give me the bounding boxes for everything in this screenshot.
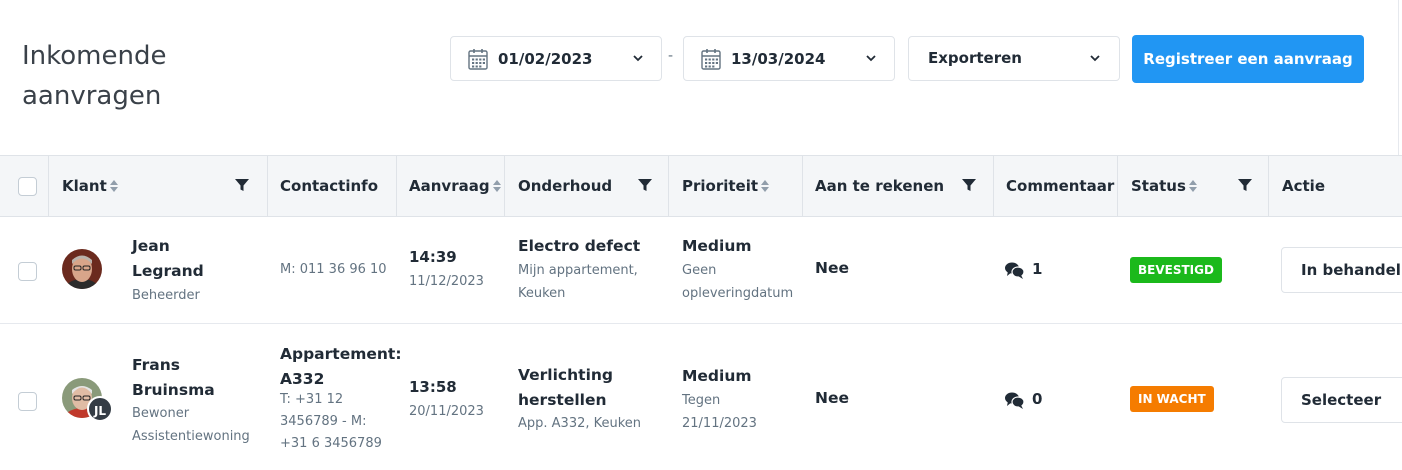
date-to-value: 13/03/2024: [731, 49, 826, 68]
contact-info: M: 011 36 96 10: [280, 262, 387, 277]
column-header-prioriteit[interactable]: Prioriteit: [682, 156, 770, 216]
table-header: Klant Contactinfo Aanvraag Onderhoud Pri…: [0, 155, 1402, 217]
client-first-name: Jean: [132, 237, 170, 255]
sort-icon: [1188, 180, 1197, 192]
client-last-name: Legrand: [132, 262, 204, 280]
priority: Medium: [682, 237, 752, 255]
maintenance-title: Electro defect: [518, 237, 641, 255]
comments-icon: [1005, 392, 1025, 409]
column-divider: [267, 156, 268, 216]
maintenance-location: Mijn appartement, Keuken: [518, 263, 638, 301]
action-dropdown[interactable]: In behandeling: [1281, 247, 1402, 293]
row-checkbox[interactable]: [18, 262, 37, 281]
sort-icon: [761, 180, 770, 192]
column-header-aan-te-rekenen: Aan te rekenen: [815, 177, 945, 195]
filter-icon[interactable]: [638, 178, 652, 192]
chevron-down-icon: [866, 55, 876, 62]
column-divider: [1268, 156, 1269, 216]
date-from-value: 01/02/2023: [498, 49, 593, 68]
column-header-commentaar: Commentaar: [1006, 177, 1115, 195]
column-divider: [802, 156, 803, 216]
sort-icon: [492, 180, 501, 192]
column-header-actie: Actie: [1282, 177, 1325, 195]
column-divider: [396, 156, 397, 216]
column-divider: [668, 156, 669, 216]
status-badge: BEVESTIGD: [1130, 257, 1222, 283]
comments-icon: [1005, 262, 1025, 279]
date-to-picker[interactable]: 13/03/2024: [683, 36, 895, 81]
column-divider: [48, 156, 49, 216]
priority: Medium: [682, 367, 752, 385]
date-from-picker[interactable]: 01/02/2023: [450, 36, 662, 81]
request-date: 11/12/2023: [409, 274, 484, 289]
client-first-name: Frans: [132, 356, 180, 374]
comment-count: 1: [1032, 260, 1043, 278]
row-divider: [0, 323, 1402, 324]
maintenance-title: Verlichting herstellen: [518, 366, 614, 409]
column-label: Aanvraag: [409, 177, 490, 195]
initials-badge: JL: [87, 396, 113, 422]
column-label: Prioriteit: [682, 177, 759, 195]
client-role: Bewoner Assistentiewoning: [132, 406, 250, 444]
calendar-icon: [468, 48, 488, 70]
sort-icon: [109, 180, 118, 192]
avatar: [62, 249, 102, 289]
column-header-onderhoud: Onderhoud: [518, 177, 613, 195]
billable: Nee: [815, 259, 849, 277]
chevron-down-icon: [633, 55, 643, 62]
column-divider: [504, 156, 505, 216]
client-role: Beheerder: [132, 288, 200, 303]
action-dropdown[interactable]: Selecteer: [1281, 377, 1402, 423]
page-title: Inkomende aanvragen: [22, 41, 167, 111]
maintenance-location: App. A332, Keuken: [518, 416, 642, 431]
column-label: Klant: [62, 177, 107, 195]
filter-icon[interactable]: [962, 178, 976, 192]
column-divider: [993, 156, 994, 216]
export-dropdown[interactable]: Exporteren: [908, 36, 1120, 81]
filter-icon[interactable]: [235, 178, 249, 192]
row-checkbox[interactable]: [18, 392, 37, 411]
billable: Nee: [815, 389, 849, 407]
column-header-status[interactable]: Status: [1131, 156, 1197, 216]
priority-deadline: Tegen 21/11/2023: [682, 393, 757, 431]
request-time: 14:39: [409, 248, 457, 266]
column-header-aanvraag[interactable]: Aanvraag: [409, 156, 501, 216]
status-badge: IN WACHT: [1130, 386, 1214, 412]
page-edge-divider: [1398, 0, 1399, 155]
export-label: Exporteren: [928, 49, 1022, 67]
chevron-down-icon: [1090, 55, 1100, 62]
column-label: Status: [1131, 177, 1186, 195]
column-divider: [1117, 156, 1118, 216]
calendar-icon: [701, 48, 721, 70]
select-all-checkbox[interactable]: [18, 177, 37, 196]
request-time: 13:58: [409, 378, 457, 396]
contact-title: Appartement: A332: [280, 345, 402, 388]
filter-icon[interactable]: [1238, 178, 1252, 192]
column-header-contactinfo: Contactinfo: [280, 177, 378, 195]
client-last-name: Bruinsma: [132, 381, 215, 399]
contact-info: T: +31 12 3456789 - M: +31 6 3456789: [280, 392, 382, 451]
column-header-klant[interactable]: Klant: [62, 156, 118, 216]
date-range-separator: -: [668, 48, 674, 64]
comment-count: 0: [1032, 390, 1043, 408]
register-request-button[interactable]: Registreer een aanvraag: [1132, 35, 1364, 83]
priority-deadline: Geen opleveringdatum: [682, 263, 794, 301]
request-date: 20/11/2023: [409, 404, 484, 419]
